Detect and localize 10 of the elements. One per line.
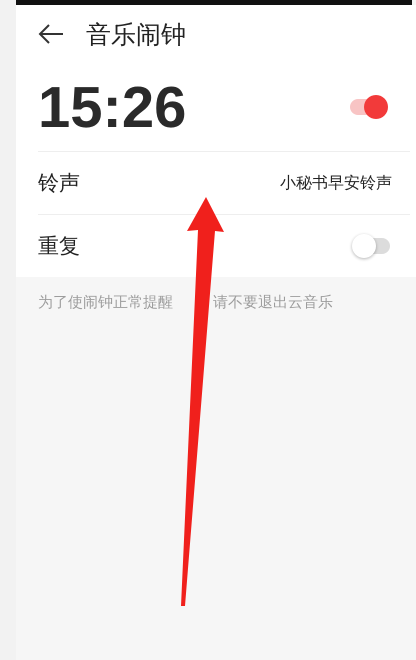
setting-label: 重复 bbox=[38, 233, 80, 260]
setting-label: 铃声 bbox=[38, 170, 80, 197]
toggle-switch[interactable] bbox=[348, 94, 388, 120]
back-icon[interactable] bbox=[38, 24, 64, 44]
hint-text: 为了使闹钟正常提醒 bbox=[38, 293, 173, 312]
hint-text: 请不要退出云音乐 bbox=[213, 293, 333, 312]
toggle-switch[interactable] bbox=[352, 233, 392, 259]
alarm-time: 15:26 bbox=[38, 74, 186, 140]
setting-value: 小秘书早安铃声 bbox=[280, 172, 392, 192]
page-title: 音乐闹钟 bbox=[86, 18, 186, 50]
